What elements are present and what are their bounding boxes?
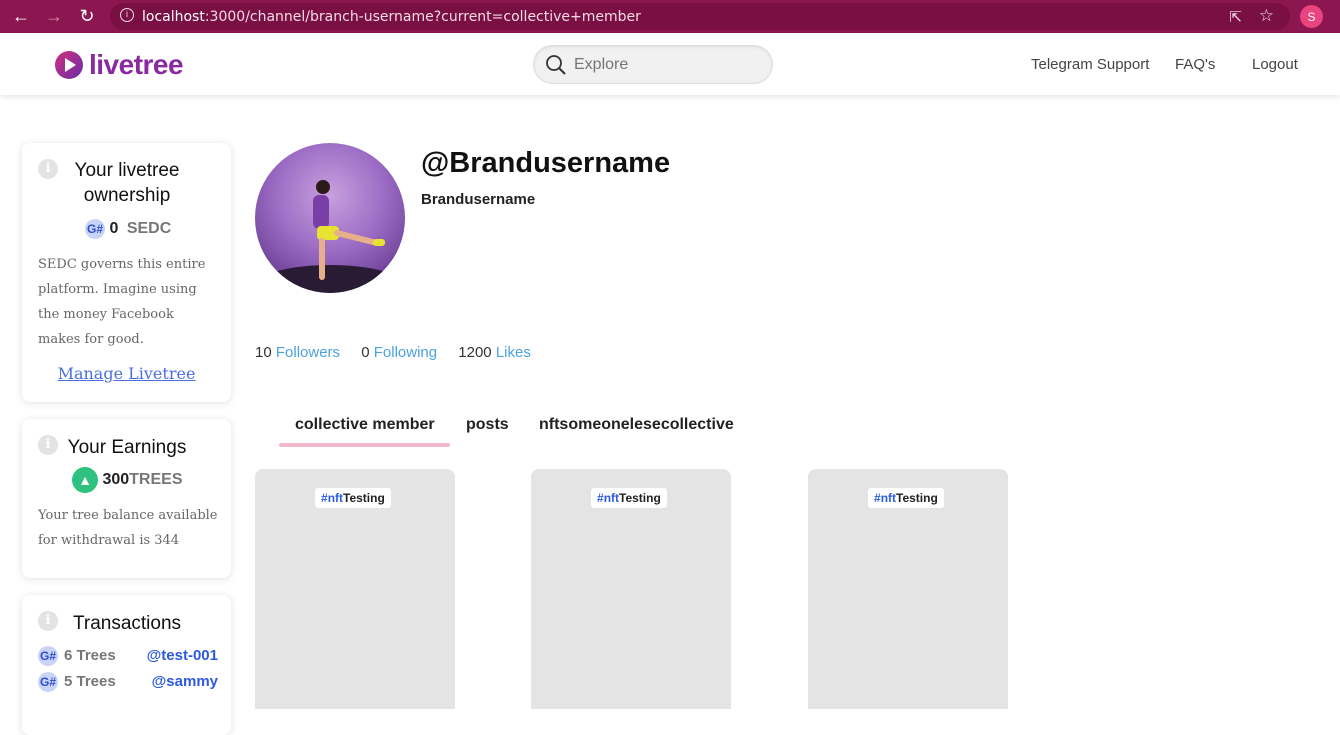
following-count: 0 (361, 344, 370, 361)
share-icon[interactable]: ⇱ (1229, 8, 1242, 26)
logo-text: livetree (89, 49, 184, 80)
transaction-row[interactable]: G# 6 Trees @test-001 (38, 646, 218, 668)
app-header: livetree Telegram Support FAQ's Logout (0, 33, 1340, 95)
transactions-card: i Transactions G# 6 Trees @test-001 G# 5… (22, 595, 231, 735)
profile-display-name: Brandusername (421, 191, 536, 208)
earnings-card: i Your Earnings ▲ 300TREES Your tree bal… (22, 419, 231, 578)
transactions-title: Transactions (72, 613, 182, 634)
likes-count: 1200 (458, 344, 492, 361)
ownership-title: Your livetree ownership (74, 160, 180, 206)
manage-livetree-link[interactable]: Manage Livetree (22, 364, 231, 383)
profile-handle: @Brandusername (421, 147, 671, 179)
sedc-coin-icon: G# (38, 672, 58, 692)
profile-avatar[interactable] (255, 143, 405, 293)
search-box[interactable] (533, 45, 773, 84)
followers-link[interactable]: Followers (276, 344, 340, 361)
back-icon[interactable]: ← (10, 5, 32, 27)
sedc-coin-icon: G# (38, 646, 58, 666)
logout-link[interactable]: Logout (1252, 56, 1298, 73)
nft-tag[interactable]: #nftTesting (591, 488, 667, 508)
url-text: localhost:3000/channel/branch-username?c… (142, 9, 641, 25)
tab-collective-member[interactable]: collective member (295, 416, 435, 434)
tab-posts[interactable]: posts (466, 416, 509, 434)
forward-icon[interactable]: → (43, 5, 65, 27)
trees-balance: ▲ 300TREES (72, 467, 222, 493)
sedc-balance: G# 0 SEDC (85, 219, 172, 239)
tab-nftsomeonelesecollective[interactable]: nftsomeonelesecollective (539, 416, 734, 434)
earnings-title: Your Earnings (67, 437, 187, 458)
info-icon[interactable]: i (38, 159, 58, 179)
collective-card[interactable]: #nftTesting (808, 469, 1008, 709)
faqs-link[interactable]: FAQ's (1175, 56, 1215, 73)
logo-play-icon (55, 51, 83, 79)
collective-card[interactable]: #nftTesting (531, 469, 731, 709)
likes-link[interactable]: Likes (496, 344, 531, 361)
search-icon (546, 55, 566, 75)
ownership-card: i Your livetree ownership G# 0 SEDC SEDC… (22, 143, 231, 402)
profile-photo (260, 180, 400, 293)
search-input[interactable] (574, 54, 764, 76)
nft-tag[interactable]: #nftTesting (315, 488, 391, 508)
profile-stats: 10 Followers 0 Following 1200 Likes (255, 344, 548, 361)
telegram-support-link[interactable]: Telegram Support (1031, 56, 1149, 73)
browser-toolbar: ← → ↻ i localhost:3000/channel/branch-us… (0, 0, 1340, 33)
sedc-coin-icon: G# (85, 219, 105, 239)
reload-icon[interactable]: ↻ (76, 5, 98, 27)
following-link[interactable]: Following (374, 344, 437, 361)
browser-profile-avatar[interactable]: S (1300, 5, 1323, 28)
tree-coin-icon: ▲ (72, 467, 98, 493)
livetree-logo[interactable]: livetree (55, 49, 184, 81)
followers-count: 10 (255, 344, 272, 361)
site-info-icon[interactable]: i (120, 8, 134, 22)
bookmark-star-icon[interactable]: ☆ (1259, 6, 1274, 26)
transaction-row[interactable]: G# 5 Trees @sammy (38, 672, 218, 694)
info-icon[interactable]: i (38, 611, 58, 631)
ownership-description: SEDC governs this entire platform. Imagi… (38, 257, 206, 347)
earnings-description: Your tree balance available for withdraw… (38, 508, 218, 548)
address-bar[interactable]: i localhost:3000/channel/branch-username… (110, 3, 1290, 30)
collective-card[interactable]: #nftTesting (255, 469, 455, 709)
info-icon[interactable]: i (38, 435, 58, 455)
nft-tag[interactable]: #nftTesting (868, 488, 944, 508)
active-tab-indicator (279, 443, 450, 447)
